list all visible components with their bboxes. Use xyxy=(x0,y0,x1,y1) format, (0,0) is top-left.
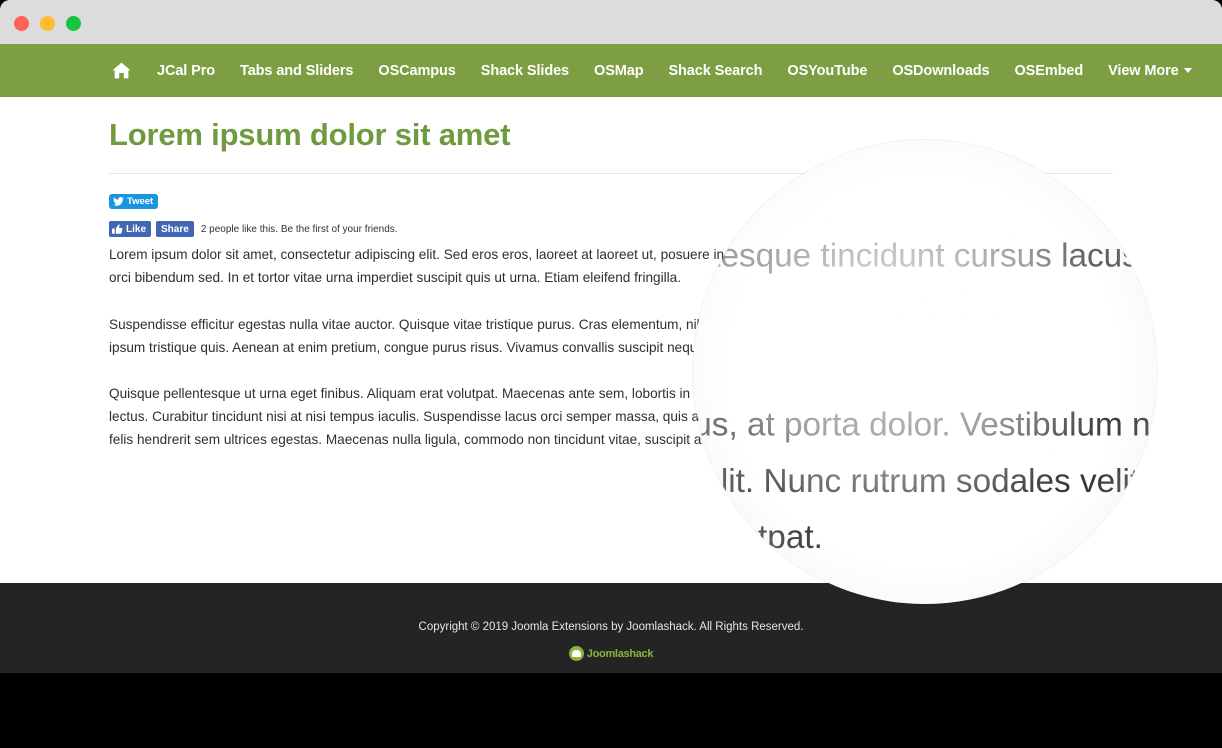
tweet-button-label: Tweet xyxy=(127,195,154,207)
window-minimize-button[interactable] xyxy=(40,16,55,31)
facebook-share-button[interactable]: Share xyxy=(156,221,194,237)
nav-item-view-more-label: View More xyxy=(1108,62,1179,79)
joomlashack-logo-icon xyxy=(568,646,584,661)
nav-item-view-more[interactable]: View More xyxy=(1108,63,1192,79)
footer-logo-text: Joomlashack xyxy=(586,647,654,660)
facebook-like-button[interactable]: Like xyxy=(109,221,152,237)
window-close-button[interactable] xyxy=(14,16,29,31)
magnified-article-paragraph: Quisque pellentesque ut urna eget finibu… xyxy=(693,406,1157,555)
browser-window: JCal Pro Tabs and Sliders OSCampus Shack… xyxy=(0,0,1222,673)
nav-item-osembed[interactable]: OSEmbed xyxy=(1015,63,1084,79)
facebook-share-row: Like Share 2 people like this. Be the fi… xyxy=(109,221,398,237)
window-maximize-button[interactable] xyxy=(66,16,81,31)
page-title: Lorem ipsum dolor sit amet xyxy=(109,117,511,152)
nav-item-osdownloads[interactable]: OSDownloads xyxy=(892,63,989,79)
facebook-social-text: 2 people like this. Be the first of your… xyxy=(200,223,398,235)
nav-item-jcal-pro[interactable]: JCal Pro xyxy=(157,63,215,79)
nav-item-tabs-and-sliders[interactable]: Tabs and Sliders xyxy=(240,63,353,79)
social-share-bar: Tweet Like Share 2 people like this. Be … xyxy=(109,193,398,237)
magnifier-lens[interactable]: Lorem ipsum dolor sit amet Tweet xyxy=(693,140,1157,604)
facebook-share-label: Share xyxy=(161,223,189,235)
home-icon[interactable] xyxy=(112,62,131,79)
footer-logo[interactable]: Joomlashack xyxy=(568,646,654,661)
nav-item-osyoutube[interactable]: OSYouTube xyxy=(787,63,867,79)
nav-item-shack-slides[interactable]: Shack Slides xyxy=(481,63,569,79)
chevron-down-icon xyxy=(1183,68,1192,74)
facebook-like-label: Like xyxy=(126,223,147,235)
main-navigation: JCal Pro Tabs and Sliders OSCampus Shack… xyxy=(0,44,1222,97)
magnified-page: Lorem ipsum dolor sit amet Tweet xyxy=(693,140,1157,604)
tweet-button[interactable]: Tweet xyxy=(109,194,159,209)
nav-item-oscampus[interactable]: OSCampus xyxy=(378,63,455,79)
magnified-article-paragraph: Suspendisse efficitur egestas nulla vita… xyxy=(693,237,1157,274)
window-titlebar xyxy=(0,0,1222,44)
thumbs-up-icon xyxy=(112,224,123,234)
nav-item-osmap[interactable]: OSMap xyxy=(594,63,644,79)
magnifier-content: Lorem ipsum dolor sit amet Tweet xyxy=(693,140,1157,604)
twitter-bird-icon xyxy=(113,197,124,206)
magnified-article-paragraph: Lorem ipsum dolor sit amet, consectetur … xyxy=(693,140,1157,170)
nav-item-shack-search[interactable]: Shack Search xyxy=(668,63,762,79)
